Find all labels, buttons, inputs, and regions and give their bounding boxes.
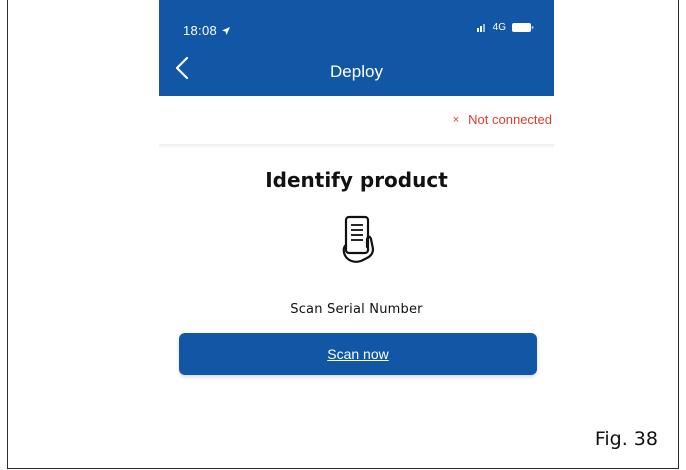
- network-label: 4G: [492, 22, 506, 33]
- status-time: 18:08: [183, 23, 231, 38]
- figure-frame: 18:08 4G Deploy × Not connected Identify…: [7, 0, 679, 469]
- signal-icon: [476, 24, 485, 32]
- figure-caption: Fig. 38: [594, 428, 658, 450]
- scan-serial-label: Scan Serial Number: [290, 302, 423, 317]
- location-arrow-icon: [221, 27, 230, 35]
- page-title: Deploy: [330, 62, 383, 81]
- connection-status-label: Not connected: [468, 112, 552, 127]
- battery-icon: [512, 23, 534, 32]
- status-indicators: 4G: [476, 22, 534, 33]
- hand-phone-scan-icon: [342, 215, 375, 263]
- close-icon: ×: [452, 113, 460, 126]
- nav-bar: Deploy: [159, 42, 554, 96]
- section-heading: Identify product: [265, 168, 448, 192]
- connection-status: × Not connected: [453, 112, 552, 127]
- connection-bar: × Not connected: [159, 96, 554, 145]
- scan-now-button[interactable]: Scan now: [179, 333, 537, 375]
- status-bar: 18:08 4G: [159, 0, 554, 42]
- phone-screen: 18:08 4G Deploy × Not connected Identify…: [159, 0, 554, 385]
